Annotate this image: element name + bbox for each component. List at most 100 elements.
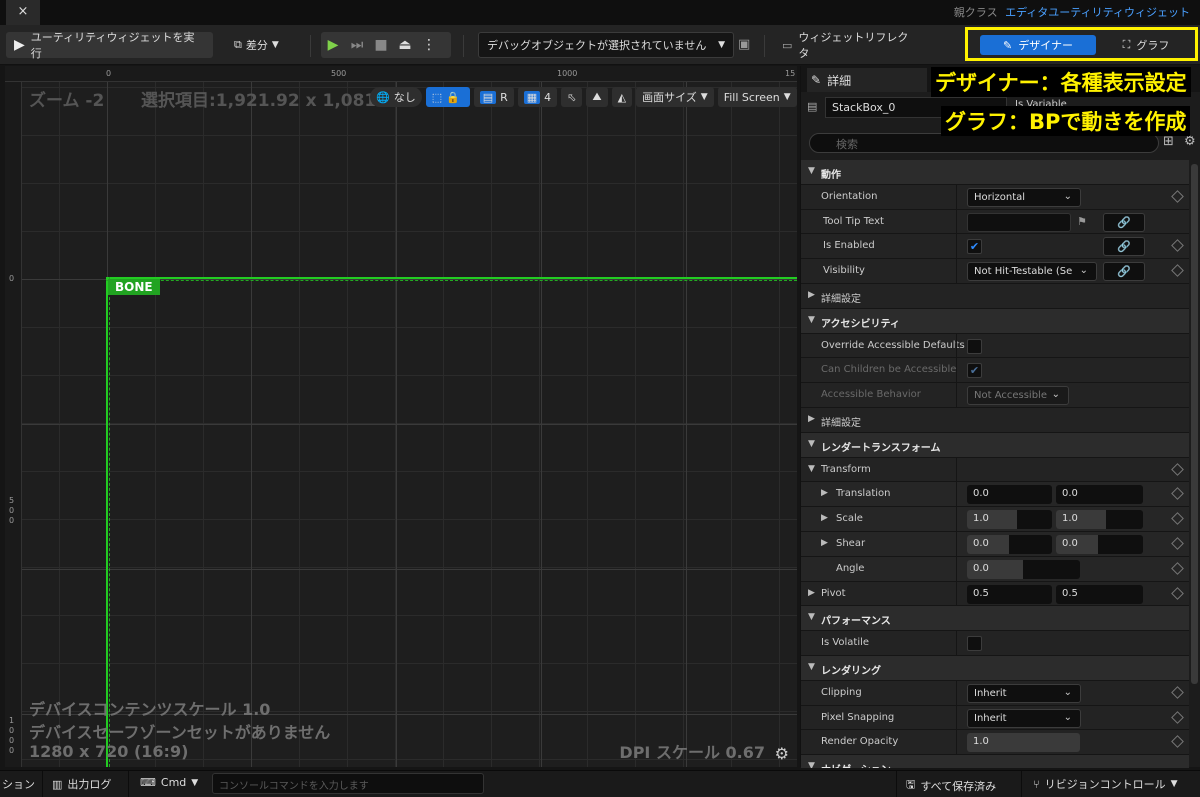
fill-screen-select[interactable]: Fill Screen ▼ — [717, 87, 797, 107]
settings-gear-icon[interactable]: ⚙ — [1184, 134, 1196, 149]
designer-viewport[interactable]: 0 500 1000 15 0 5 0 0 1 0 0 0 ズーム -2 選択項… — [5, 66, 797, 767]
collapse-arrow-icon: ▼ — [808, 612, 815, 623]
property-accessible-behavior: Accessible Behavior Not Accessible ⌄ — [801, 383, 1189, 409]
flip-button[interactable]: ◭ — [611, 87, 633, 107]
close-tab-button[interactable]: × — [6, 0, 40, 25]
dpi-settings-gear-icon[interactable]: ⚙ — [775, 744, 789, 763]
flag-icon[interactable]: ⚑ — [1077, 215, 1087, 228]
is-enabled-checkbox[interactable]: ✔ — [967, 239, 982, 255]
details-tab[interactable]: ✎ 詳細 — [807, 68, 927, 92]
expand-arrow-icon[interactable]: ▶ — [821, 488, 828, 498]
category-rendering[interactable]: ▼ レンダリング — [801, 655, 1189, 681]
debug-object-select[interactable]: デバッグオブジェクトが選択されていません ▼ — [478, 32, 734, 58]
debug-browse-icon[interactable]: ▣ — [738, 37, 750, 52]
pixel-snapping-select[interactable]: Inherit ⌄ — [967, 708, 1081, 728]
property-label: Pivot — [821, 587, 846, 599]
translation-x-input[interactable]: 0.0 — [967, 485, 1052, 505]
cmd-select[interactable]: ⌨ Cmd ▼ — [140, 776, 198, 789]
category-behavior[interactable]: ▼ 動作 — [801, 160, 1189, 185]
localization-preview-button[interactable]: 🌐 なし — [370, 87, 422, 107]
lock-toggle[interactable]: ⬚ 🔒 — [425, 87, 470, 107]
revision-control-button[interactable]: ⑂ リビジョンコントロール ▼ — [1033, 776, 1178, 792]
shear-y-input[interactable]: 0.0 — [1056, 534, 1143, 554]
console-command-input[interactable]: コンソールコマンドを入力します — [212, 773, 484, 794]
scale-x-input[interactable]: 1.0 — [967, 510, 1052, 530]
details-search-input[interactable]: 検索 — [809, 133, 1159, 153]
orientation-select[interactable]: Horizontal ⌄ — [967, 187, 1081, 207]
grid-snap-toggle[interactable]: ▦ 4 — [517, 87, 558, 107]
ruler-label: 1000 — [557, 69, 578, 78]
shear-x-value: 0.0 — [973, 537, 989, 549]
background-image-button[interactable]: ⛰ — [586, 87, 608, 107]
translation-y-input[interactable]: 0.0 — [1056, 485, 1143, 505]
property-matrix-icon[interactable]: ⊞ — [1163, 134, 1174, 149]
output-log-button[interactable]: ▥ 出力ログ — [52, 776, 111, 792]
diff-button[interactable]: ⧉ 差分 ▼ — [226, 32, 298, 58]
screen-size-select[interactable]: 画面サイズ ▼ — [636, 87, 714, 107]
play-icon[interactable]: ▶ — [321, 37, 345, 53]
shear-x-input[interactable]: 0.0 — [967, 534, 1052, 554]
category-performance[interactable]: ▼ パフォーマンス — [801, 606, 1189, 632]
bind-button[interactable]: 🔗 — [1103, 237, 1145, 257]
property-list: ▼ 動作 Orientation Horizontal ⌄ Tool Tip T… — [801, 160, 1189, 770]
advanced-section-accessibility[interactable]: ▶ 詳細設定 — [801, 407, 1189, 433]
details-scrollbar-thumb[interactable] — [1191, 164, 1198, 684]
cursor-preview-button[interactable]: ⬁ — [561, 87, 583, 107]
reset-diamond-icon[interactable] — [1171, 735, 1184, 749]
reset-diamond-icon[interactable] — [1171, 487, 1184, 501]
property-transform[interactable]: ▼ Transform — [801, 457, 1189, 483]
reset-diamond-icon[interactable] — [1171, 586, 1184, 600]
advanced-section-behavior[interactable]: ▶ 詳細設定 — [801, 283, 1189, 309]
render-opacity-input[interactable]: 1.0 — [967, 733, 1080, 753]
reset-diamond-icon[interactable] — [1171, 189, 1184, 203]
column-divider — [956, 730, 957, 756]
widget-reflector-button[interactable]: ▭ ウィジェットリフレクタ — [774, 31, 924, 60]
tooltip-text-input[interactable] — [967, 212, 1071, 232]
designer-mode-button[interactable]: ✎ デザイナー — [980, 35, 1096, 55]
property-is-volatile: Is Volatile — [801, 631, 1189, 657]
category-navigation[interactable]: ▼ ナビゲーション — [801, 755, 1189, 770]
chevron-down-icon: ▼ — [783, 92, 791, 102]
category-label: レンダリング — [821, 665, 881, 677]
angle-input[interactable]: 0.0 — [967, 559, 1080, 579]
visibility-select[interactable]: Not Hit-Testable (Se ⌄ — [967, 262, 1097, 282]
content-drawer-button[interactable]: ション — [2, 776, 35, 792]
stop-icon[interactable]: ■ — [369, 37, 393, 53]
run-utility-widget-button[interactable]: ▶ ユーティリティウィジェットを実行 — [6, 31, 213, 60]
is-volatile-checkbox[interactable] — [967, 636, 982, 652]
widget-type-icon: ▤ — [807, 100, 818, 113]
category-accessibility[interactable]: ▼ アクセシビリティ — [801, 308, 1189, 334]
expand-arrow-icon[interactable]: ▶ — [808, 588, 815, 598]
property-label: Clipping — [821, 686, 862, 698]
parent-class-link[interactable]: エディタユーティリティウィジェット — [1005, 6, 1190, 19]
save-all-button[interactable]: 🖫 すべて保存済み — [906, 776, 996, 795]
pivot-y-input[interactable]: 0.5 — [1056, 584, 1143, 604]
scale-y-input[interactable]: 1.0 — [1056, 510, 1143, 530]
override-accessible-checkbox[interactable] — [967, 338, 982, 354]
more-options-icon[interactable]: ⋮ — [417, 37, 441, 53]
clipping-select[interactable]: Inherit ⌄ — [967, 683, 1081, 703]
respect-locks-toggle[interactable]: ▤ R — [473, 87, 514, 107]
chevron-down-icon: ⌄ — [1063, 711, 1072, 723]
graph-mode-button[interactable]: ⛶ グラフ — [1102, 35, 1190, 55]
reset-diamond-icon[interactable] — [1171, 239, 1184, 253]
bind-button[interactable]: 🔗 — [1103, 262, 1145, 282]
reset-diamond-icon[interactable] — [1171, 512, 1184, 526]
reset-diamond-icon[interactable] — [1171, 710, 1184, 724]
bind-button[interactable]: 🔗 — [1103, 212, 1145, 232]
play-icon: ▶ — [14, 37, 25, 53]
expand-arrow-icon[interactable]: ▶ — [821, 538, 828, 548]
step-icon[interactable]: ⏭ — [345, 37, 369, 53]
expand-arrow-icon[interactable]: ▶ — [821, 513, 828, 523]
reset-diamond-icon[interactable] — [1171, 264, 1184, 278]
reset-diamond-icon[interactable] — [1171, 561, 1184, 575]
reset-diamond-icon[interactable] — [1171, 537, 1184, 550]
property-translation: ▶ Translation 0.0 0.0 — [801, 482, 1189, 508]
toolbar-divider — [764, 35, 765, 57]
widget-name-tag[interactable]: BONE — [108, 279, 160, 295]
reset-diamond-icon[interactable] — [1171, 462, 1184, 476]
pivot-x-input[interactable]: 0.5 — [967, 584, 1052, 604]
eject-icon[interactable]: ⏏ — [393, 37, 417, 53]
reset-diamond-icon[interactable] — [1171, 685, 1184, 699]
category-render-transform[interactable]: ▼ レンダートランスフォーム — [801, 432, 1189, 458]
